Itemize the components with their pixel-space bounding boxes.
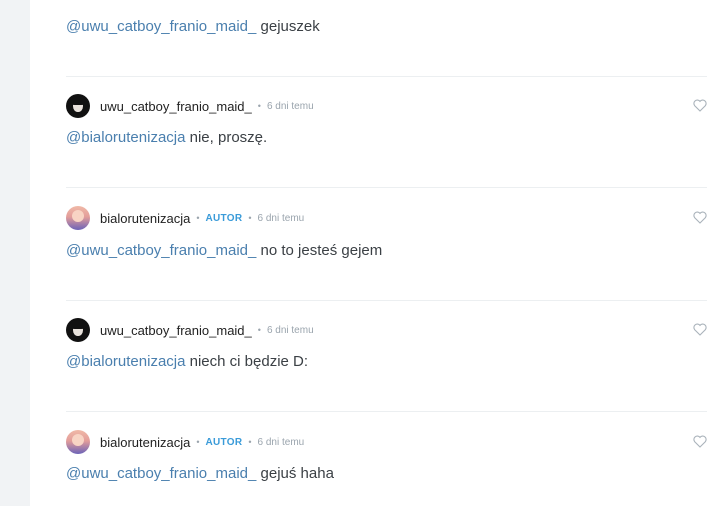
- mention-link[interactable]: @bialorutenizacja: [66, 129, 185, 146]
- comment-text: niech ci będzie D:: [185, 353, 309, 370]
- username[interactable]: bialorutenizacja: [100, 435, 190, 450]
- avatar[interactable]: [66, 430, 90, 454]
- comment: bialorutenizacja • AUTOR • 6 dni temu @u…: [66, 206, 707, 266]
- comment-thread: @uwu_catboy_franio_maid_ gejuszek uwu_ca…: [30, 0, 727, 506]
- author-badge: AUTOR: [205, 436, 243, 448]
- comment-divider: [66, 300, 707, 301]
- heart-icon[interactable]: [693, 323, 707, 336]
- mention-link[interactable]: @uwu_catboy_franio_maid_: [66, 18, 256, 35]
- author-badge: AUTOR: [205, 212, 243, 224]
- comment: @uwu_catboy_franio_maid_ gejuszek: [66, 0, 707, 60]
- comment-text: no to jesteś gejem: [256, 242, 383, 259]
- heart-icon[interactable]: [693, 99, 707, 112]
- separator-dot: •: [248, 213, 252, 223]
- avatar[interactable]: [66, 318, 90, 342]
- mention-link[interactable]: @uwu_catboy_franio_maid_: [66, 242, 256, 259]
- comment-body: @bialorutenizacja nie, proszę.: [66, 129, 267, 146]
- username[interactable]: bialorutenizacja: [100, 211, 190, 226]
- comment-divider: [66, 187, 707, 188]
- comment-body: @bialorutenizacja niech ci będzie D:: [66, 353, 308, 370]
- timestamp: 6 dni temu: [266, 100, 314, 112]
- avatar[interactable]: [66, 94, 90, 118]
- comment-divider: [66, 411, 707, 412]
- username[interactable]: uwu_catboy_franio_maid_: [100, 99, 252, 114]
- separator-dot: •: [196, 213, 200, 223]
- comment-text: nie, proszę.: [185, 129, 268, 146]
- comment: uwu_catboy_franio_maid_ • 6 dni temu @bi…: [66, 318, 707, 378]
- comment-header: uwu_catboy_franio_maid_ • 6 dni temu: [66, 318, 314, 342]
- timestamp: 6 dni temu: [257, 436, 305, 448]
- mention-link[interactable]: @uwu_catboy_franio_maid_: [66, 465, 256, 482]
- username[interactable]: uwu_catboy_franio_maid_: [100, 323, 252, 338]
- heart-icon[interactable]: [693, 435, 707, 448]
- comment-text: gejuszek: [256, 18, 320, 35]
- timestamp: 6 dni temu: [257, 212, 305, 224]
- comment: bialorutenizacja • AUTOR • 6 dni temu @u…: [66, 430, 707, 490]
- comment-body: @uwu_catboy_franio_maid_ gejuś haha: [66, 465, 334, 482]
- comment-text: gejuś haha: [256, 465, 334, 482]
- separator-dot: •: [248, 437, 252, 447]
- separator-dot: •: [257, 325, 261, 335]
- comment: uwu_catboy_franio_maid_ • 6 dni temu @bi…: [66, 94, 707, 154]
- comment-header: bialorutenizacja • AUTOR • 6 dni temu: [66, 430, 304, 454]
- heart-icon[interactable]: [693, 211, 707, 224]
- avatar[interactable]: [66, 206, 90, 230]
- left-rail: [0, 0, 30, 506]
- comment-body: @uwu_catboy_franio_maid_ no to jesteś ge…: [66, 242, 382, 259]
- separator-dot: •: [257, 101, 261, 111]
- comment-body: @uwu_catboy_franio_maid_ gejuszek: [66, 18, 320, 35]
- comment-header: bialorutenizacja • AUTOR • 6 dni temu: [66, 206, 304, 230]
- comment-divider: [66, 76, 707, 77]
- mention-link[interactable]: @bialorutenizacja: [66, 353, 185, 370]
- separator-dot: •: [196, 437, 200, 447]
- comment-header: uwu_catboy_franio_maid_ • 6 dni temu: [66, 94, 314, 118]
- timestamp: 6 dni temu: [266, 324, 314, 336]
